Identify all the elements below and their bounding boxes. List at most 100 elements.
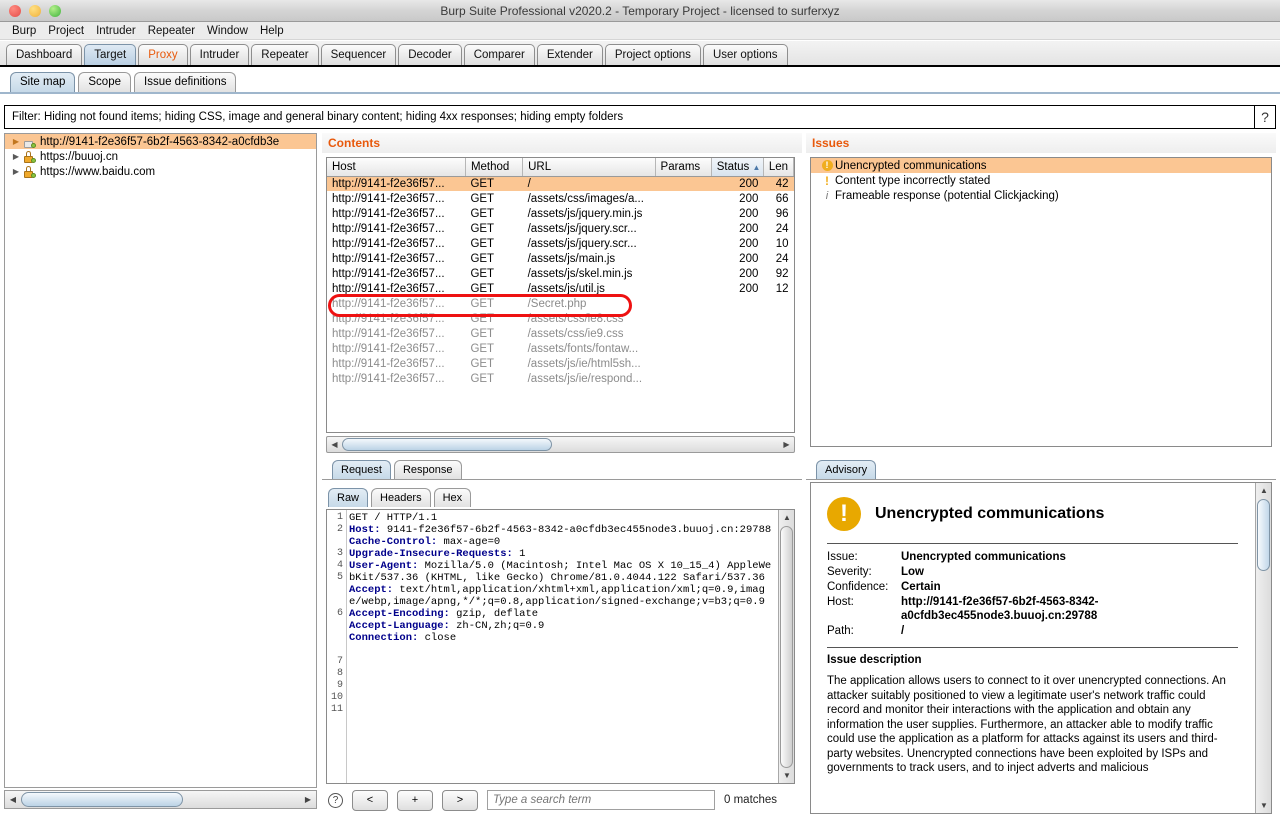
search-input[interactable] [487,790,715,810]
table-row[interactable]: http://9141-f2e36f57... GET /assets/js/j… [327,221,794,236]
issue-row-unencrypted-communications[interactable]: ! Unencrypted communications [811,158,1271,173]
request-value-upgrade-insecure-requests: 1 [513,548,526,560]
scroll-right-icon[interactable]: ▶ [779,440,794,449]
tree-node-1[interactable]: ▶ https://buuoj.cn [5,149,316,164]
scrollbar-thumb[interactable] [1257,499,1270,571]
column-header-url[interactable]: URL [523,158,655,176]
column-header-params[interactable]: Params [655,158,711,176]
line-number: 4 [327,560,346,572]
menu-item-window[interactable]: Window [201,25,254,37]
search-next-button[interactable]: > [442,790,478,811]
table-row[interactable]: http://9141-f2e36f57... GET /assets/js/m… [327,251,794,266]
cell-params [655,236,711,251]
request-header-accept-language: Accept-Language: [349,620,450,632]
search-matches-label: 0 matches [724,794,777,806]
disclosure-triangle-icon[interactable]: ▶ [9,152,23,161]
cell-method: GET [465,296,522,311]
table-row[interactable]: http://9141-f2e36f57... GET /assets/font… [327,341,794,356]
tab-comparer[interactable]: Comparer [464,44,535,65]
tree-node-label: https://www.baidu.com [40,166,155,178]
column-header-status[interactable]: Status ▲ [711,158,763,176]
table-row[interactable]: http://9141-f2e36f57... GET /assets/css/… [327,191,794,206]
tab-request[interactable]: Request [332,460,391,479]
table-row[interactable]: http://9141-f2e36f57... GET /assets/js/j… [327,206,794,221]
search-help-icon[interactable]: ? [328,793,343,808]
table-row[interactable]: http://9141-f2e36f57... GET /assets/css/… [327,311,794,326]
issue-label: Frameable response (potential Clickjacki… [835,190,1059,202]
contents-title: Contents [328,136,380,150]
issue-row-content-type[interactable]: ! Content type incorrectly stated [811,173,1271,188]
tab-dashboard[interactable]: Dashboard [6,44,82,65]
table-row[interactable]: http://9141-f2e36f57... GET /assets/js/s… [327,266,794,281]
tab-repeater[interactable]: Repeater [251,44,318,65]
field-key: Severity: [827,565,901,580]
cell-params [655,326,711,341]
site-map-horizontal-scrollbar[interactable]: ◀ ▶ [4,790,317,809]
table-row[interactable]: http://9141-f2e36f57... GET / 200 42 [327,176,794,191]
line-number: 1 [327,512,346,524]
scroll-up-icon[interactable]: ▲ [1256,483,1272,498]
tab-scope[interactable]: Scope [78,72,131,92]
menu-bar: Burp Project Intruder Repeater Window He… [0,22,1280,40]
menu-item-burp[interactable]: Burp [6,25,42,37]
tree-node-0[interactable]: ▶ http://9141-f2e36f57-6b2f-4563-8342-a0… [5,134,316,149]
tree-node-2[interactable]: ▶ https://www.baidu.com [5,164,316,179]
request-vertical-scrollbar[interactable]: ▲ ▼ [778,510,794,783]
scrollbar-thumb[interactable] [342,438,552,451]
tab-proxy[interactable]: Proxy [138,44,187,65]
tab-raw[interactable]: Raw [328,488,368,507]
scroll-up-icon[interactable]: ▲ [779,510,795,525]
table-row-secret-php[interactable]: http://9141-f2e36f57... GET /Secret.php [327,296,794,311]
folder-icon [23,136,36,148]
tab-sequencer[interactable]: Sequencer [321,44,397,65]
tab-advisory[interactable]: Advisory [816,460,876,479]
filter-help-icon[interactable]: ? [1254,105,1276,129]
contents-table-container[interactable]: Host Method URL Params Status ▲ Len http… [326,157,795,433]
tab-site-map[interactable]: Site map [10,72,75,92]
scrollbar-thumb[interactable] [780,526,793,768]
scroll-left-icon[interactable]: ◀ [5,795,21,804]
request-raw-text[interactable]: GET / HTTP/1.1 Host: 9141-f2e36f57-6b2f-… [349,512,776,783]
scroll-left-icon[interactable]: ◀ [327,440,342,449]
issue-row-frameable-response[interactable]: i Frameable response (potential Clickjac… [811,188,1271,203]
tab-intruder[interactable]: Intruder [190,44,250,65]
search-prev-button[interactable]: < [352,790,388,811]
column-header-method[interactable]: Method [465,158,522,176]
tab-user-options[interactable]: User options [703,44,788,65]
raw-request-editor[interactable]: 1 2 3 4 5 6 7 8 9 10 11 GET / HTTP/1.1 H… [326,509,795,784]
tab-project-options[interactable]: Project options [605,44,701,65]
tab-extender[interactable]: Extender [537,44,603,65]
filter-bar[interactable]: Filter: Hiding not found items; hiding C… [4,105,1256,129]
scrollbar-thumb[interactable] [21,792,183,807]
menu-item-help[interactable]: Help [254,25,290,37]
menu-item-repeater[interactable]: Repeater [142,25,201,37]
contents-table-body: http://9141-f2e36f57... GET / 200 42 htt… [327,176,794,386]
table-row[interactable]: http://9141-f2e36f57... GET /assets/js/i… [327,371,794,386]
table-row[interactable]: http://9141-f2e36f57... GET /assets/js/u… [327,281,794,296]
advisory-content-box[interactable]: ! Unencrypted communications Issue: Unen… [810,482,1272,814]
column-header-host[interactable]: Host [327,158,465,176]
advisory-vertical-scrollbar[interactable]: ▲ ▼ [1255,483,1271,813]
table-row[interactable]: http://9141-f2e36f57... GET /assets/css/… [327,326,794,341]
search-add-button[interactable]: + [397,790,433,811]
tab-issue-definitions[interactable]: Issue definitions [134,72,236,92]
scroll-right-icon[interactable]: ▶ [300,795,316,804]
column-header-len[interactable]: Len [763,158,793,176]
scroll-down-icon[interactable]: ▼ [1256,798,1272,813]
issues-list[interactable]: ! Unencrypted communications ! Content t… [810,157,1272,447]
menu-item-project[interactable]: Project [42,25,90,37]
tab-target[interactable]: Target [84,44,136,65]
field-key: Issue: [827,550,901,565]
tab-response[interactable]: Response [394,460,462,479]
disclosure-triangle-icon[interactable]: ▶ [9,167,23,176]
tab-hex[interactable]: Hex [434,488,472,507]
table-row[interactable]: http://9141-f2e36f57... GET /assets/js/i… [327,356,794,371]
tab-headers[interactable]: Headers [371,488,431,507]
contents-horizontal-scrollbar[interactable]: ◀ ▶ [326,436,795,453]
site-map-tree[interactable]: ▶ http://9141-f2e36f57-6b2f-4563-8342-a0… [4,133,317,788]
tab-decoder[interactable]: Decoder [398,44,461,65]
scroll-down-icon[interactable]: ▼ [779,768,795,783]
disclosure-triangle-icon[interactable]: ▶ [9,137,23,146]
menu-item-intruder[interactable]: Intruder [90,25,142,37]
table-row[interactable]: http://9141-f2e36f57... GET /assets/js/j… [327,236,794,251]
